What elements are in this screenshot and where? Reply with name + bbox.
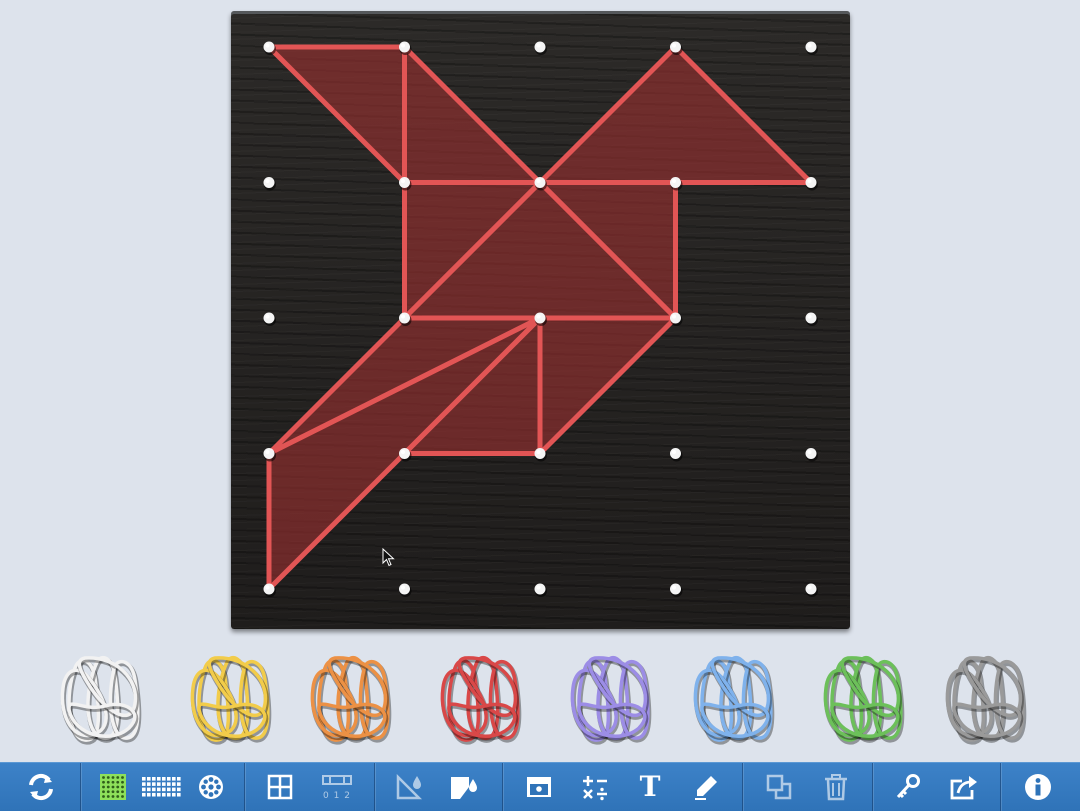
peg[interactable] [534, 41, 548, 56]
duplicate-icon [766, 774, 792, 800]
grid-square-icon [100, 774, 126, 800]
pen-icon [695, 776, 717, 800]
rubber-band-icon [693, 655, 775, 745]
peg[interactable] [805, 312, 819, 327]
rubber-band-icon [570, 655, 652, 745]
rubber-band-pile-green[interactable] [818, 648, 908, 748]
rubber-band-icon [945, 655, 1027, 745]
shape-fill-icon [451, 777, 477, 799]
pen-button[interactable] [688, 763, 724, 811]
peg[interactable] [263, 177, 277, 191]
text-icon: T [639, 770, 661, 803]
refresh-button[interactable] [18, 763, 64, 811]
peg[interactable] [670, 448, 683, 462]
number-line-button[interactable]: 0 1 2 [314, 763, 360, 811]
rubber-band-pile-orange[interactable] [305, 648, 395, 748]
grid-rect-icon [142, 777, 181, 797]
rubber-band-shape[interactable] [266, 44, 407, 185]
number-line-label: 0 1 2 [323, 791, 351, 801]
grid-overlay-button[interactable] [264, 763, 296, 811]
rubber-band-icon [310, 655, 392, 745]
rubber-band-icon [440, 655, 522, 745]
peg[interactable] [263, 41, 277, 56]
peg[interactable] [670, 583, 683, 598]
rubber-band-icon [823, 655, 905, 745]
peg[interactable] [805, 448, 819, 462]
square-board-button[interactable] [96, 763, 130, 811]
circle-board-button[interactable] [194, 763, 228, 811]
trash-icon [825, 774, 847, 801]
delete-button[interactable] [818, 763, 854, 811]
drawer-icon [527, 777, 551, 797]
rubber-band-shape[interactable] [402, 44, 543, 185]
peg[interactable] [263, 312, 277, 327]
mouse-cursor-icon [382, 548, 395, 567]
rubber-band-shape[interactable] [537, 44, 814, 185]
info-button[interactable] [1020, 763, 1056, 811]
drawer-button[interactable] [522, 763, 556, 811]
share-button[interactable] [944, 763, 982, 811]
rect-board-button[interactable] [138, 763, 184, 811]
duplicate-button[interactable] [760, 763, 798, 811]
peg[interactable] [805, 583, 819, 598]
rubber-band-pile-white[interactable] [55, 648, 145, 748]
key-icon [896, 774, 920, 799]
key-button[interactable] [890, 763, 926, 811]
circle-board-icon [199, 775, 223, 799]
rubber-band-pile-yellow[interactable] [185, 648, 275, 748]
rubber-band-pile-purple[interactable] [565, 648, 655, 748]
rubber-band-tray [0, 640, 1080, 755]
peg[interactable] [399, 583, 412, 598]
geoboard-canvas[interactable] [231, 11, 850, 629]
measure-button[interactable] [392, 763, 428, 811]
refresh-icon [29, 773, 53, 801]
peg[interactable] [534, 583, 548, 598]
operations-icon [583, 776, 607, 801]
rubber-band-pile-blue[interactable] [688, 648, 778, 748]
triangle-fill-icon [396, 773, 423, 800]
operations-button[interactable] [576, 763, 614, 811]
geoboard[interactable] [231, 11, 850, 629]
bottom-toolbar: 0 1 2 T [0, 762, 1080, 811]
number-line-icon: 0 1 2 [322, 775, 352, 801]
share-icon [950, 776, 977, 800]
text-tool-button[interactable]: T [632, 763, 668, 811]
peg[interactable] [805, 177, 819, 191]
peg[interactable] [805, 41, 819, 56]
rubber-band-icon [60, 655, 142, 745]
grid-overlay-icon [267, 774, 293, 800]
fill-shape-button[interactable] [444, 763, 484, 811]
rubber-band-icon [190, 655, 272, 745]
rubber-band-pile-red[interactable] [435, 648, 525, 748]
info-icon [1025, 774, 1051, 800]
rubber-band-pile-gray[interactable] [940, 648, 1030, 748]
rubber-band-shape[interactable] [537, 315, 678, 456]
